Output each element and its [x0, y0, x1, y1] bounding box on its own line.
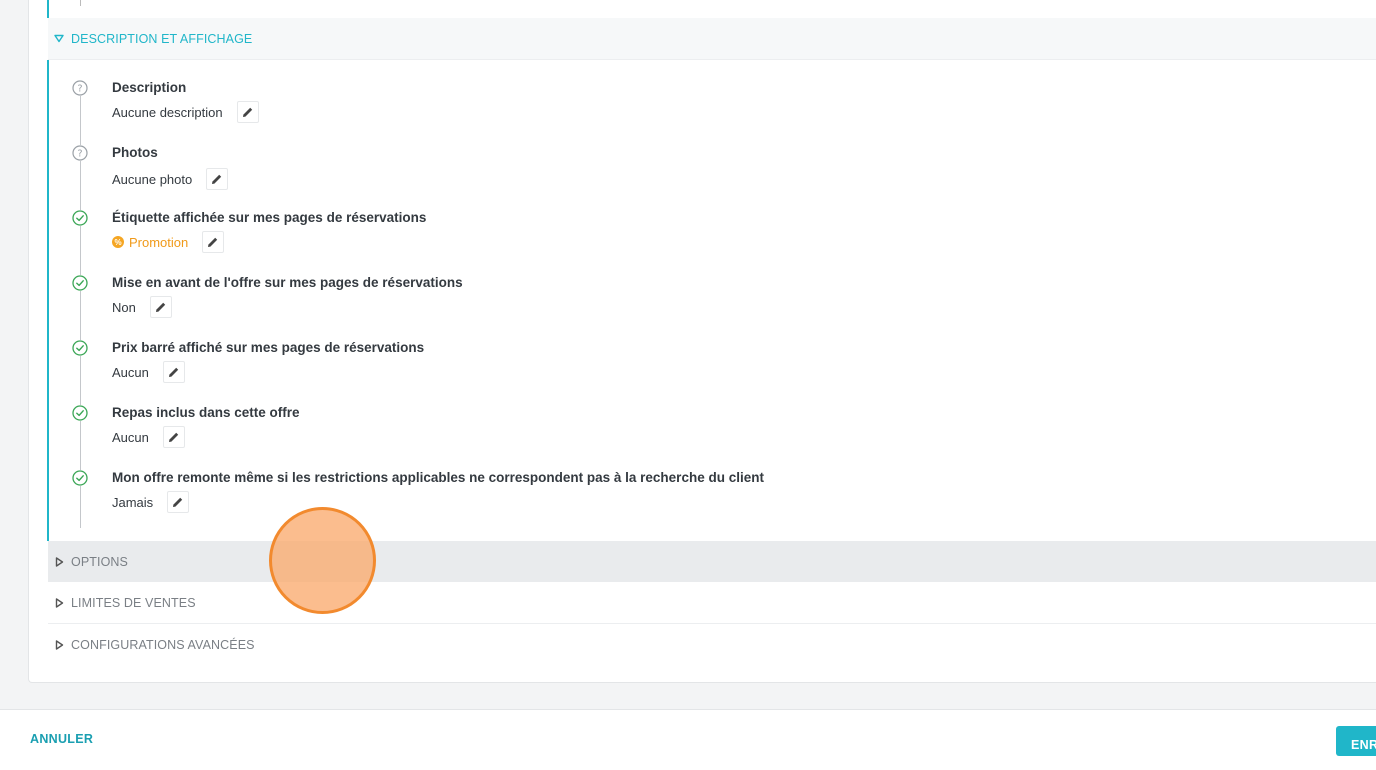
item-value-row: Jamais [112, 491, 190, 513]
pencil-icon [242, 107, 252, 117]
percent-icon: % [112, 236, 124, 248]
triangle-right-icon [48, 557, 70, 567]
list-item-meals: Repas inclus dans cette offre Aucun [49, 385, 1349, 448]
list-item-highlight: Mise en avant de l'offre sur mes pages d… [49, 255, 1349, 318]
question-icon: ? [72, 145, 88, 161]
pencil-icon [155, 302, 166, 312]
cancel-button[interactable]: ANNULER [30, 732, 93, 746]
save-button[interactable]: ENR [1336, 726, 1376, 756]
section-header-description[interactable]: DESCRIPTION ET AFFICHAGE [48, 18, 1376, 60]
item-value: Jamais [112, 494, 154, 510]
item-value-row: Non [112, 296, 172, 318]
edit-button[interactable] [206, 168, 229, 190]
item-value: Aucune description [112, 104, 223, 120]
triangle-down-icon [48, 34, 70, 43]
pencil-icon [173, 497, 183, 507]
previous-section-border [47, 0, 49, 18]
item-title: Mise en avant de l'offre sur mes pages d… [112, 275, 463, 290]
edit-button[interactable] [236, 101, 259, 123]
triangle-right-icon [48, 640, 70, 650]
edit-button[interactable] [167, 491, 190, 513]
check-circle-icon [72, 275, 88, 291]
list-item-label-tag: Étiquette affichée sur mes pages de rése… [49, 190, 1349, 253]
item-value: Aucun [112, 429, 149, 445]
item-title: Prix barré affiché sur mes pages de rése… [112, 340, 425, 355]
check-circle-icon [72, 470, 88, 486]
promotion-badge: % Promotion [112, 235, 188, 250]
section-label-description: DESCRIPTION ET AFFICHAGE [71, 31, 253, 46]
check-circle-icon [72, 340, 88, 356]
section-header-sales-limits[interactable]: LIMITES DE VENTES [48, 582, 1376, 624]
item-value: Aucun [112, 364, 149, 380]
item-title: Étiquette affichée sur mes pages de rése… [112, 210, 427, 225]
item-title: Mon offre remonte même si les restrictio… [112, 470, 764, 485]
svg-text:?: ? [77, 84, 82, 95]
pencil-icon [208, 237, 218, 247]
offer-form-card: DESCRIPTION ET AFFICHAGE ? Description A… [28, 0, 1376, 683]
section-label-advanced-config: CONFIGURATIONS AVANCÉES [71, 638, 255, 652]
item-value: Non [112, 299, 136, 315]
list-item-strikethrough-price: Prix barré affiché sur mes pages de rése… [49, 320, 1349, 383]
section-header-advanced-config[interactable]: CONFIGURATIONS AVANCÉES [48, 624, 1376, 666]
section-label-sales-limits: LIMITES DE VENTES [71, 595, 196, 610]
footer-bar: ANNULER ENR [0, 709, 1376, 770]
pencil-icon [168, 432, 179, 442]
check-circle-icon [72, 210, 88, 226]
check-circle-icon [72, 405, 88, 421]
description-section-body: ? Description Aucune description ? Photo… [47, 60, 1376, 541]
question-icon: ? [72, 80, 88, 96]
edit-button[interactable] [162, 361, 185, 383]
pencil-icon [212, 174, 222, 184]
edit-button[interactable] [149, 296, 172, 318]
item-value-row: Aucune description [112, 101, 259, 123]
section-label-options: OPTIONS [71, 555, 128, 569]
triangle-right-icon [48, 597, 70, 608]
pencil-icon [168, 367, 179, 377]
item-value-row: % Promotion [112, 231, 225, 253]
previous-timeline-line [80, 0, 81, 6]
item-title: Repas inclus dans cette offre [112, 405, 300, 420]
item-title: Description [112, 80, 187, 95]
svg-text:?: ? [77, 149, 82, 160]
list-item-description: ? Description Aucune description [49, 60, 1349, 123]
list-item-photos: ? Photos Aucune photo [49, 125, 1349, 190]
item-value-row: Aucun [112, 426, 185, 448]
item-value: Aucune photo [112, 171, 193, 187]
edit-button[interactable] [162, 426, 185, 448]
item-title: Photos [112, 145, 158, 160]
section-header-options[interactable]: OPTIONS [48, 541, 1376, 583]
item-value: Promotion [129, 234, 189, 250]
item-value-row: Aucune photo [112, 168, 229, 190]
item-value-row: Aucun [112, 361, 185, 383]
edit-button[interactable] [202, 231, 225, 253]
list-item-restrictions: Mon offre remonte même si les restrictio… [49, 450, 1349, 513]
